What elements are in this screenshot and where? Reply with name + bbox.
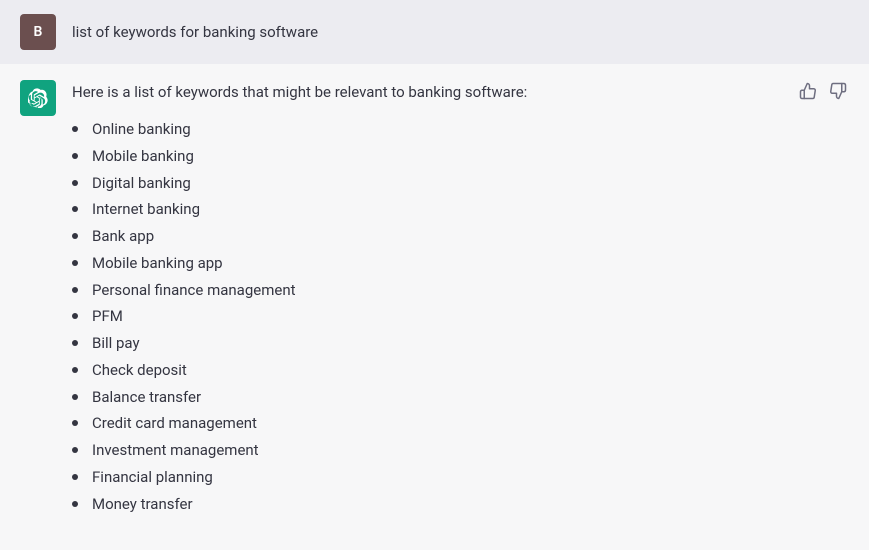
thumbs-up-button[interactable] xyxy=(797,80,819,102)
user-message-row: B list of keywords for banking software xyxy=(0,0,869,64)
assistant-avatar xyxy=(20,80,56,116)
keywords-list: Online bankingMobile bankingDigital bank… xyxy=(72,116,849,517)
assistant-intro-text: Here is a list of keywords that might be… xyxy=(72,80,849,104)
list-item: Financial planning xyxy=(72,464,849,491)
assistant-message-row: Here is a list of keywords that might be… xyxy=(0,64,869,533)
list-item: Mobile banking xyxy=(72,143,849,170)
user-message-text: list of keywords for banking software xyxy=(72,14,318,44)
bullet-icon xyxy=(72,260,78,266)
bullet-icon xyxy=(72,367,78,373)
bullet-icon xyxy=(72,233,78,239)
keyword-text: Money transfer xyxy=(92,492,193,517)
list-item: Money transfer xyxy=(72,491,849,518)
bullet-icon xyxy=(72,153,78,159)
list-item: Online banking xyxy=(72,116,849,143)
list-item: Balance transfer xyxy=(72,384,849,411)
keyword-text: Mobile banking xyxy=(92,144,194,169)
list-item: Bank app xyxy=(72,223,849,250)
list-item: Digital banking xyxy=(72,170,849,197)
bullet-icon xyxy=(72,501,78,507)
list-item: Personal finance management xyxy=(72,277,849,304)
bullet-icon xyxy=(72,447,78,453)
keyword-text: PFM xyxy=(92,304,123,329)
assistant-content: Here is a list of keywords that might be… xyxy=(72,80,849,517)
keyword-text: Online banking xyxy=(92,117,191,142)
keyword-text: Balance transfer xyxy=(92,385,201,410)
bullet-icon xyxy=(72,206,78,212)
keyword-text: Internet banking xyxy=(92,197,200,222)
list-item: Credit card management xyxy=(72,410,849,437)
list-item: Check deposit xyxy=(72,357,849,384)
list-item: Investment management xyxy=(72,437,849,464)
keyword-text: Credit card management xyxy=(92,411,257,436)
feedback-buttons xyxy=(797,80,849,102)
bullet-icon xyxy=(72,180,78,186)
keyword-text: Personal finance management xyxy=(92,278,296,303)
bullet-icon xyxy=(72,394,78,400)
keyword-text: Bill pay xyxy=(92,331,140,356)
list-item: Bill pay xyxy=(72,330,849,357)
keyword-text: Investment management xyxy=(92,438,259,463)
thumbs-down-button[interactable] xyxy=(827,80,849,102)
keyword-text: Digital banking xyxy=(92,171,191,196)
bullet-icon xyxy=(72,287,78,293)
keyword-text: Bank app xyxy=(92,224,154,249)
list-item: Mobile banking app xyxy=(72,250,849,277)
bullet-icon xyxy=(72,474,78,480)
list-item: PFM xyxy=(72,303,849,330)
list-item: Internet banking xyxy=(72,196,849,223)
keyword-text: Financial planning xyxy=(92,465,213,490)
bullet-icon xyxy=(72,126,78,132)
user-avatar: B xyxy=(20,14,56,50)
bullet-icon xyxy=(72,313,78,319)
bullet-icon xyxy=(72,420,78,426)
bullet-icon xyxy=(72,340,78,346)
keyword-text: Mobile banking app xyxy=(92,251,223,276)
keyword-text: Check deposit xyxy=(92,358,187,383)
